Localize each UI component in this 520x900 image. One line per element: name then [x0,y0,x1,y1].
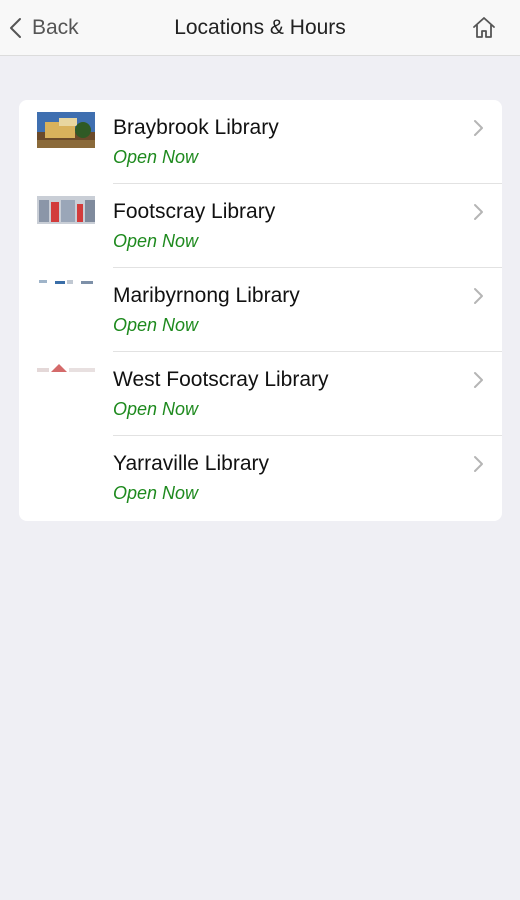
open-status: Open Now [113,483,199,503]
location-name: Yarraville Library [113,452,269,475]
list-item-maribyrnong[interactable]: Maribyrnong Library Open Now [19,268,502,352]
locations-list: Braybrook Library Open Now Footscray Lib… [19,100,502,521]
list-item-yarraville[interactable]: Yarraville Library Open Now [19,436,502,520]
location-name: Braybrook Library [113,116,279,139]
open-status: Open Now [113,315,199,335]
chevron-left-icon [10,18,21,38]
chevron-right-icon [474,288,483,304]
open-status: Open Now [113,147,199,167]
chevron-right-icon [474,204,483,220]
navigation-bar: Back Locations & Hours [0,0,520,56]
chevron-right-icon [474,372,483,388]
location-name: Maribyrnong Library [113,284,300,307]
library-thumbnail [37,112,95,148]
back-label: Back [32,16,79,39]
list-item-footscray[interactable]: Footscray Library Open Now [19,184,502,268]
chevron-right-icon [474,456,483,472]
library-thumbnail [37,196,95,232]
library-thumbnail [37,364,95,400]
open-status: Open Now [113,399,199,419]
home-icon[interactable] [470,14,498,42]
open-status: Open Now [113,231,199,251]
back-button[interactable]: Back [8,0,79,56]
chevron-right-icon [474,120,483,136]
library-thumbnail [37,280,95,316]
list-item-braybrook[interactable]: Braybrook Library Open Now [19,100,502,184]
location-name: West Footscray Library [113,368,329,391]
list-item-west-footscray[interactable]: West Footscray Library Open Now [19,352,502,436]
location-name: Footscray Library [113,200,276,223]
